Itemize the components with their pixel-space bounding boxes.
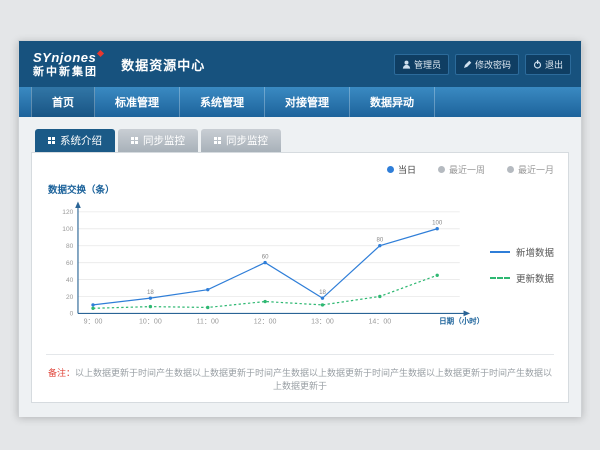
nav-item-integration-mgmt[interactable]: 对接管理 — [265, 87, 350, 117]
logout-label: 退出 — [545, 58, 563, 71]
content-area: 系统介绍 同步监控 同步监控 当日 最近一周 — [19, 117, 581, 417]
logo-text: SYnjones — [33, 51, 103, 64]
power-icon — [533, 60, 542, 69]
note-text: 以上数据更新于时间产生数据以上数据更新于时间产生数据以上数据更新于时间产生数据以… — [75, 368, 552, 391]
svg-text:0: 0 — [70, 311, 74, 318]
chart-panel: 当日 最近一周 最近一月 数据交换（条） 0 20 40 60 80 100 120 9：00… — [31, 152, 569, 403]
svg-text:9：00: 9：00 — [84, 319, 103, 326]
change-password-button[interactable]: 修改密码 — [455, 54, 519, 75]
svg-text:80: 80 — [66, 243, 74, 250]
svg-text:40: 40 — [66, 277, 74, 284]
svg-text:13：00: 13：00 — [311, 319, 334, 326]
line-sample-solid — [490, 251, 510, 253]
tab-system-intro[interactable]: 系统介绍 — [35, 129, 115, 152]
logo: SYnjones 新中新集团 — [33, 51, 103, 78]
svg-text:11：00: 11：00 — [197, 319, 219, 326]
svg-text:60: 60 — [262, 253, 269, 260]
logo-red-dot — [97, 49, 104, 56]
filter-last-month[interactable]: 最近一月 — [507, 163, 554, 176]
tab-sync-monitor-1[interactable]: 同步监控 — [118, 129, 198, 152]
app-window: SYnjones 新中新集团 数据资源中心 管理员 修改密码 退出 首页 标准管… — [18, 40, 582, 416]
svg-text:日期（小时）: 日期（小时） — [439, 316, 484, 326]
svg-text:100: 100 — [432, 220, 443, 227]
legend-item-update-data[interactable]: 更新数据 — [490, 271, 554, 285]
svg-text:100: 100 — [62, 226, 73, 233]
nav-item-system-mgmt[interactable]: 系统管理 — [180, 87, 265, 117]
filter-label: 最近一周 — [449, 163, 485, 176]
series-legend: 新增数据 更新数据 — [490, 245, 554, 285]
edit-icon — [463, 60, 472, 69]
nav-item-standard-mgmt[interactable]: 标准管理 — [95, 87, 180, 117]
legend-dot — [507, 166, 514, 173]
logout-button[interactable]: 退出 — [525, 54, 571, 75]
tab-label: 系统介绍 — [60, 133, 102, 148]
y-axis-title: 数据交换（条） — [48, 182, 554, 196]
legend-dot — [387, 166, 394, 173]
svg-text:10：00: 10：00 — [139, 319, 162, 326]
tab-sync-monitor-2[interactable]: 同步监控 — [201, 129, 281, 152]
nav-item-data-change[interactable]: 数据异动 — [350, 87, 435, 117]
user-icon — [402, 60, 411, 69]
tab-label: 同步监控 — [143, 133, 185, 148]
range-filter-legend: 当日 最近一周 最近一月 — [46, 163, 554, 176]
svg-text:80: 80 — [376, 236, 383, 243]
filter-label: 最近一月 — [518, 163, 554, 176]
legend-item-new-data[interactable]: 新增数据 — [490, 245, 554, 259]
grid-icon — [48, 137, 55, 144]
tab-bar: 系统介绍 同步监控 同步监控 — [35, 129, 569, 152]
filter-today[interactable]: 当日 — [387, 163, 416, 176]
line-chart: 0 20 40 60 80 100 120 9：00 10：00 11：00 12：00 13：00 1… — [46, 198, 488, 346]
svg-text:20: 20 — [66, 294, 74, 301]
main-nav: 首页 标准管理 系统管理 对接管理 数据异动 — [19, 87, 581, 117]
chart-row: 0 20 40 60 80 100 120 9：00 10：00 11：00 12：00 13：00 1… — [46, 198, 554, 346]
svg-text:12：00: 12：00 — [254, 319, 277, 326]
app-header: SYnjones 新中新集团 数据资源中心 管理员 修改密码 退出 — [19, 41, 581, 87]
grid-icon — [131, 137, 138, 144]
grid-icon — [214, 137, 221, 144]
legend-label: 更新数据 — [516, 271, 554, 285]
change-password-label: 修改密码 — [475, 58, 511, 71]
footer-note: 备注：以上数据更新于时间产生数据以上数据更新于时间产生数据以上数据更新于时间产生… — [46, 354, 554, 394]
tab-label: 同步监控 — [226, 133, 268, 148]
header-actions: 管理员 修改密码 退出 — [394, 54, 571, 75]
legend-label: 新增数据 — [516, 245, 554, 259]
svg-text:60: 60 — [66, 260, 74, 267]
svg-text:18: 18 — [319, 289, 326, 296]
admin-user-label: 管理员 — [414, 58, 441, 71]
note-label: 备注： — [48, 368, 75, 378]
page-title: 数据资源中心 — [121, 55, 205, 74]
filter-last-week[interactable]: 最近一周 — [438, 163, 485, 176]
nav-item-home[interactable]: 首页 — [31, 87, 95, 117]
svg-text:18: 18 — [147, 289, 154, 296]
svg-text:14：00: 14：00 — [368, 319, 391, 326]
filter-label: 当日 — [398, 163, 416, 176]
line-sample-dashed — [490, 277, 510, 279]
svg-text:120: 120 — [62, 209, 73, 216]
legend-dot — [438, 166, 445, 173]
logo-subtitle: 新中新集团 — [33, 67, 103, 78]
admin-user-button[interactable]: 管理员 — [394, 54, 449, 75]
